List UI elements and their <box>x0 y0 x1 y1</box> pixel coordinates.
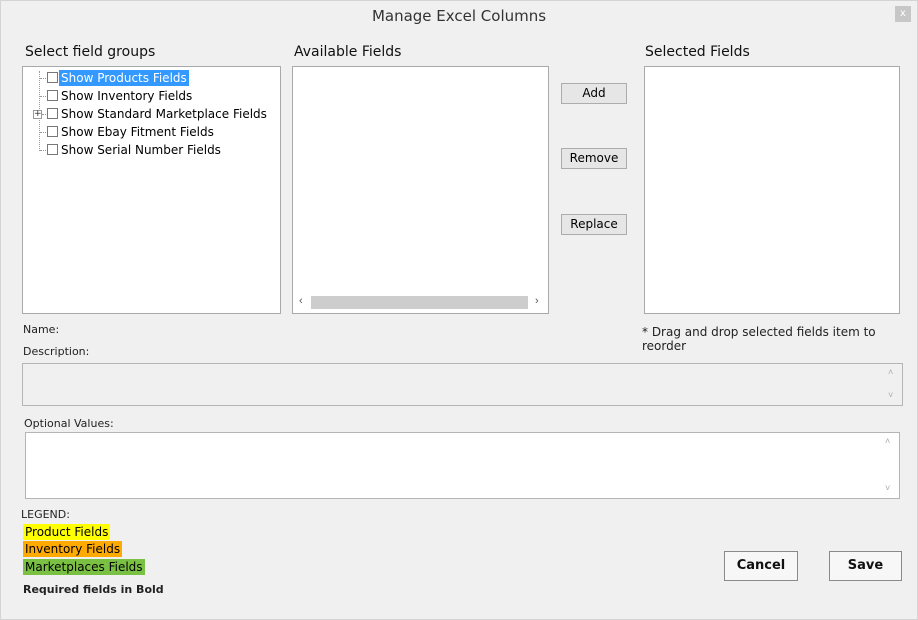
ebay-fitment-fields-label: Show Ebay Fitment Fields <box>61 125 214 139</box>
available-fields-list[interactable] <box>292 66 549 314</box>
standard-marketplace-fields-checkbox[interactable] <box>47 108 58 119</box>
add-button[interactable]: Add <box>561 83 627 104</box>
available-fields-label: Available Fields <box>294 44 402 60</box>
legend-product-fields: Product Fields <box>23 524 111 540</box>
window-title: Manage Excel Columns <box>371 7 547 25</box>
expand-plus-icon[interactable]: + <box>33 110 42 119</box>
name-label: Name: <box>23 323 60 336</box>
title-bar[interactable]: Manage Excel Columns x <box>1 1 917 29</box>
inventory-fields-label: Show Inventory Fields <box>61 89 193 103</box>
available-fields-horizontal-scrollbar[interactable]: ‹ › <box>293 293 549 313</box>
reorder-hint: * Drag and drop selected fields item to … <box>642 325 876 353</box>
standard-marketplace-fields-label: Show Standard Marketplace Fields <box>61 107 267 121</box>
field-groups-label: Select field groups <box>25 44 156 60</box>
selected-fields-label: Selected Fields <box>645 44 750 60</box>
scrollbar-thumb[interactable] <box>311 296 528 309</box>
optional-values-label: Optional Values: <box>24 417 114 430</box>
scroll-down-icon[interactable]: ˅ <box>888 390 893 400</box>
serial-number-fields-checkbox[interactable] <box>47 144 58 155</box>
description-label: Description: <box>23 345 90 358</box>
scroll-right-icon[interactable]: › <box>535 295 539 307</box>
scroll-down-icon[interactable]: ˅ <box>885 483 890 493</box>
products-fields-label: Show Products Fields <box>59 70 189 86</box>
manage-excel-columns-dialog: Manage Excel Columns x Select field grou… <box>0 0 918 620</box>
legend-title: LEGEND: <box>21 508 70 521</box>
remove-button[interactable]: Remove <box>561 148 627 169</box>
description-field[interactable]: ˄ ˅ <box>22 363 903 406</box>
selected-fields-list[interactable] <box>644 66 900 314</box>
save-button[interactable]: Save <box>829 551 902 581</box>
field-groups-tree[interactable]: Show Products Fields Show Inventory Fiel… <box>22 66 281 314</box>
close-icon[interactable]: x <box>895 6 911 22</box>
scroll-left-icon[interactable]: ‹ <box>299 295 303 307</box>
scroll-up-icon[interactable]: ˄ <box>888 367 893 377</box>
legend-inventory-fields: Inventory Fields <box>23 541 123 557</box>
ebay-fitment-fields-checkbox[interactable] <box>47 126 58 137</box>
products-fields-checkbox[interactable] <box>47 72 58 83</box>
serial-number-fields-label: Show Serial Number Fields <box>61 143 221 157</box>
inventory-fields-checkbox[interactable] <box>47 90 58 101</box>
scroll-up-icon[interactable]: ˄ <box>885 436 890 446</box>
cancel-button[interactable]: Cancel <box>724 551 798 581</box>
optional-values-field[interactable]: ˄ ˅ <box>25 432 900 499</box>
legend-marketplaces-fields: Marketplaces Fields <box>23 559 145 575</box>
required-fields-note: Required fields in Bold <box>23 583 164 596</box>
replace-button[interactable]: Replace <box>561 214 627 235</box>
